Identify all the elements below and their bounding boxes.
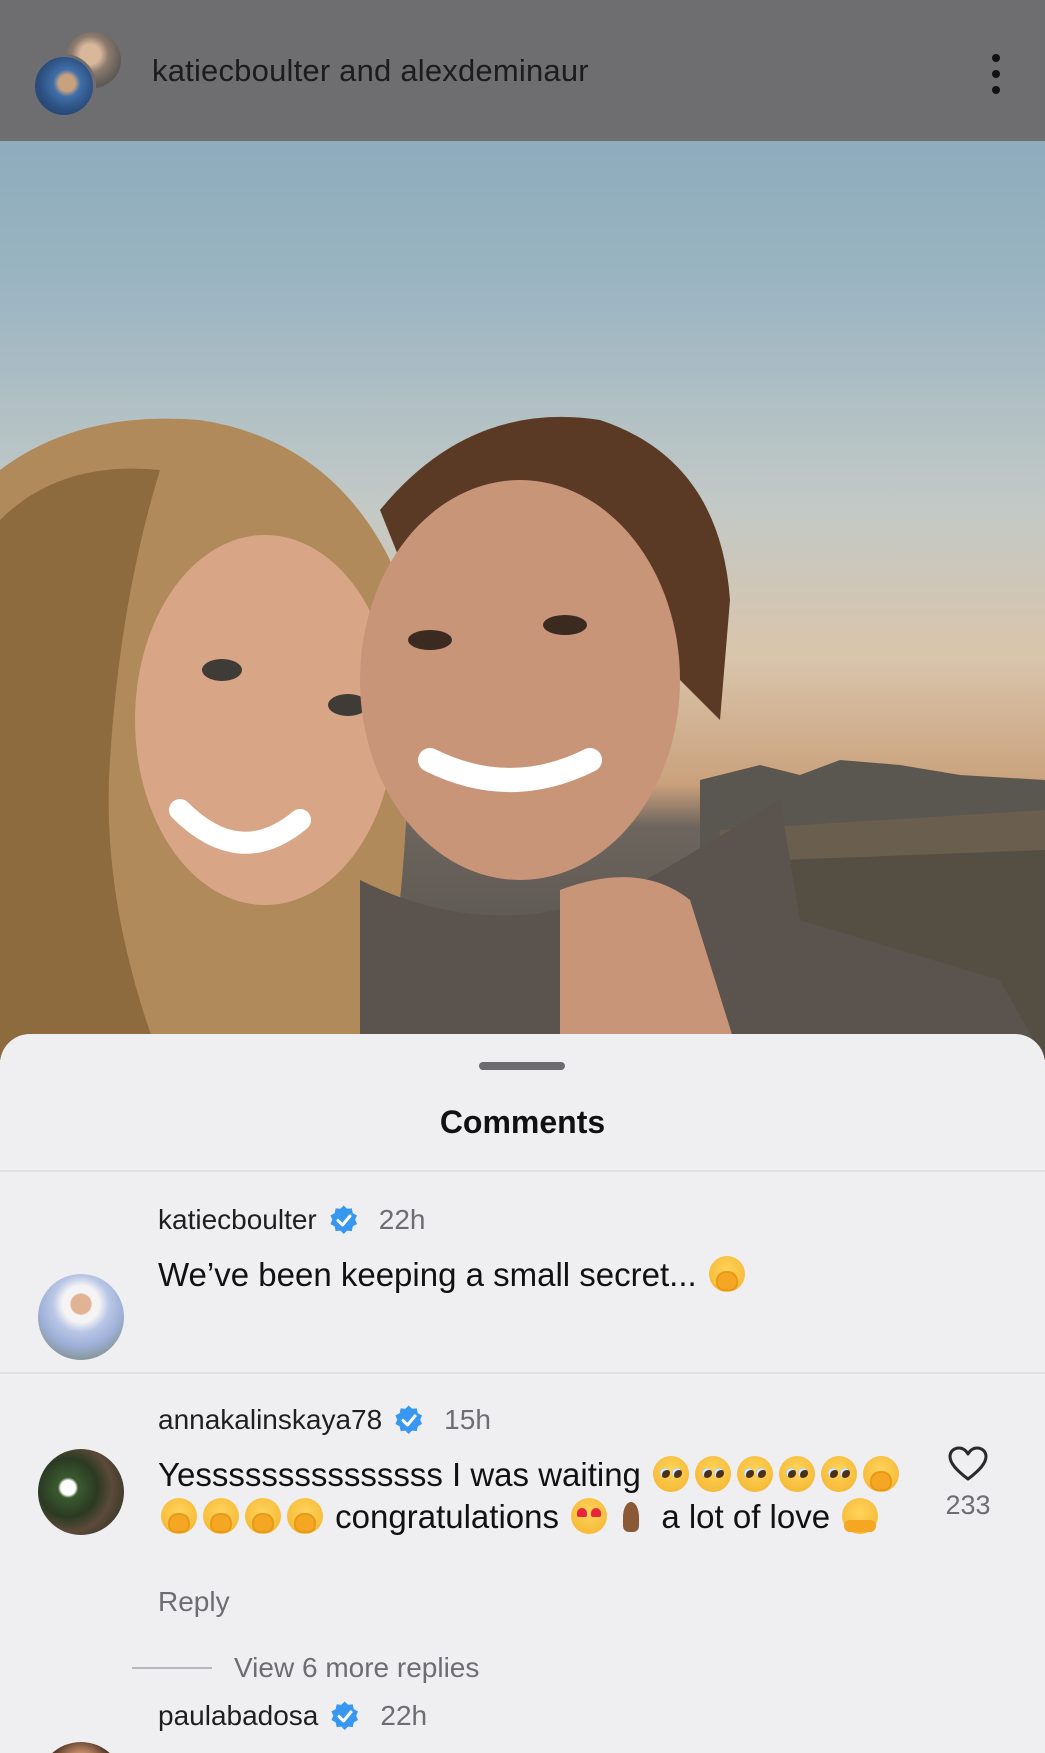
hand-over-mouth-icon [863, 1456, 900, 1492]
avatar[interactable] [38, 1449, 124, 1535]
hand-over-mouth-icon [203, 1498, 239, 1534]
post-screen: katiecboulter and alexdeminaur Comments … [0, 0, 1045, 1753]
hugging-face-icon [842, 1498, 879, 1534]
comment-item: katiecboulter 22h We’ve been keeping a s… [0, 1204, 1045, 1404]
comment-time: 22h [378, 1204, 426, 1235]
verified-icon [395, 1405, 423, 1434]
avatar-katiecboulter[interactable] [32, 53, 96, 118]
comment-item: paulabadosa 22h [0, 1700, 1045, 1753]
comment-text: Yesssssssssssssss I was waiting congratu… [158, 1454, 928, 1538]
post-header: katiecboulter and alexdeminaur [0, 0, 1045, 141]
verified-icon [331, 1701, 359, 1730]
comment-header: paulabadosa 22h [158, 1700, 427, 1732]
heart-icon[interactable] [948, 1446, 988, 1482]
pleading-face-icon [653, 1456, 690, 1492]
view-replies-label[interactable]: View 6 more replies [234, 1652, 479, 1684]
divider [0, 1372, 1045, 1374]
verified-icon [330, 1205, 357, 1234]
hand-over-mouth-icon [161, 1498, 197, 1534]
comment-body: congratulations [326, 1498, 569, 1535]
comments-title: Comments [439, 1104, 606, 1140]
comment-header: katiecboulter 22h [158, 1204, 425, 1236]
comment-body: Yesssssssssssssss I was waiting [158, 1456, 651, 1493]
divider [0, 1170, 1045, 1172]
post-authors[interactable]: katiecboulter and alexdeminaur [152, 53, 589, 89]
comment-username[interactable]: katiecboulter [158, 1204, 317, 1236]
more-options-icon[interactable] [991, 54, 1001, 94]
reply-button[interactable]: Reply [158, 1586, 230, 1618]
pleading-face-icon [821, 1456, 858, 1492]
view-replies-button[interactable]: View 6 more replies [132, 1652, 479, 1684]
comments-sheet: Comments katiecboulter 22h We’ve been ke… [0, 1034, 1045, 1753]
post-photo [0, 0, 1045, 1060]
comment-time: 15h [444, 1404, 491, 1435]
avatar[interactable] [38, 1742, 124, 1753]
heart-eyes-icon [571, 1498, 608, 1534]
collab-avatars[interactable] [32, 26, 124, 118]
pleading-face-icon [737, 1456, 774, 1492]
pleading-face-icon [779, 1456, 816, 1492]
comment-time: 22h [380, 1700, 428, 1731]
comment-username[interactable]: annakalinskaya78 [158, 1404, 382, 1436]
comment-header: annakalinskaya78 15h [158, 1404, 491, 1436]
avatar[interactable] [38, 1274, 124, 1360]
like-button[interactable]: 233 [933, 1446, 1003, 1521]
hand-over-mouth-icon [708, 1256, 745, 1292]
folded-hands-icon [613, 1498, 649, 1534]
hand-over-mouth-icon [245, 1498, 281, 1534]
hand-over-mouth-icon [287, 1498, 323, 1534]
comment-username[interactable]: paulabadosa [158, 1700, 318, 1732]
pleading-face-icon [695, 1456, 732, 1492]
replies-line [132, 1667, 212, 1669]
comment-text: We’ve been keeping a small secret... [158, 1254, 928, 1296]
comment-item: annakalinskaya78 15h Yesssssssssssssss I… [0, 1404, 1045, 1704]
like-count: 233 [945, 1490, 991, 1520]
sheet-drag-handle[interactable] [479, 1062, 565, 1070]
comment-body: We’ve been keeping a small secret... [158, 1256, 706, 1293]
comment-body: a lot of love [652, 1498, 840, 1535]
